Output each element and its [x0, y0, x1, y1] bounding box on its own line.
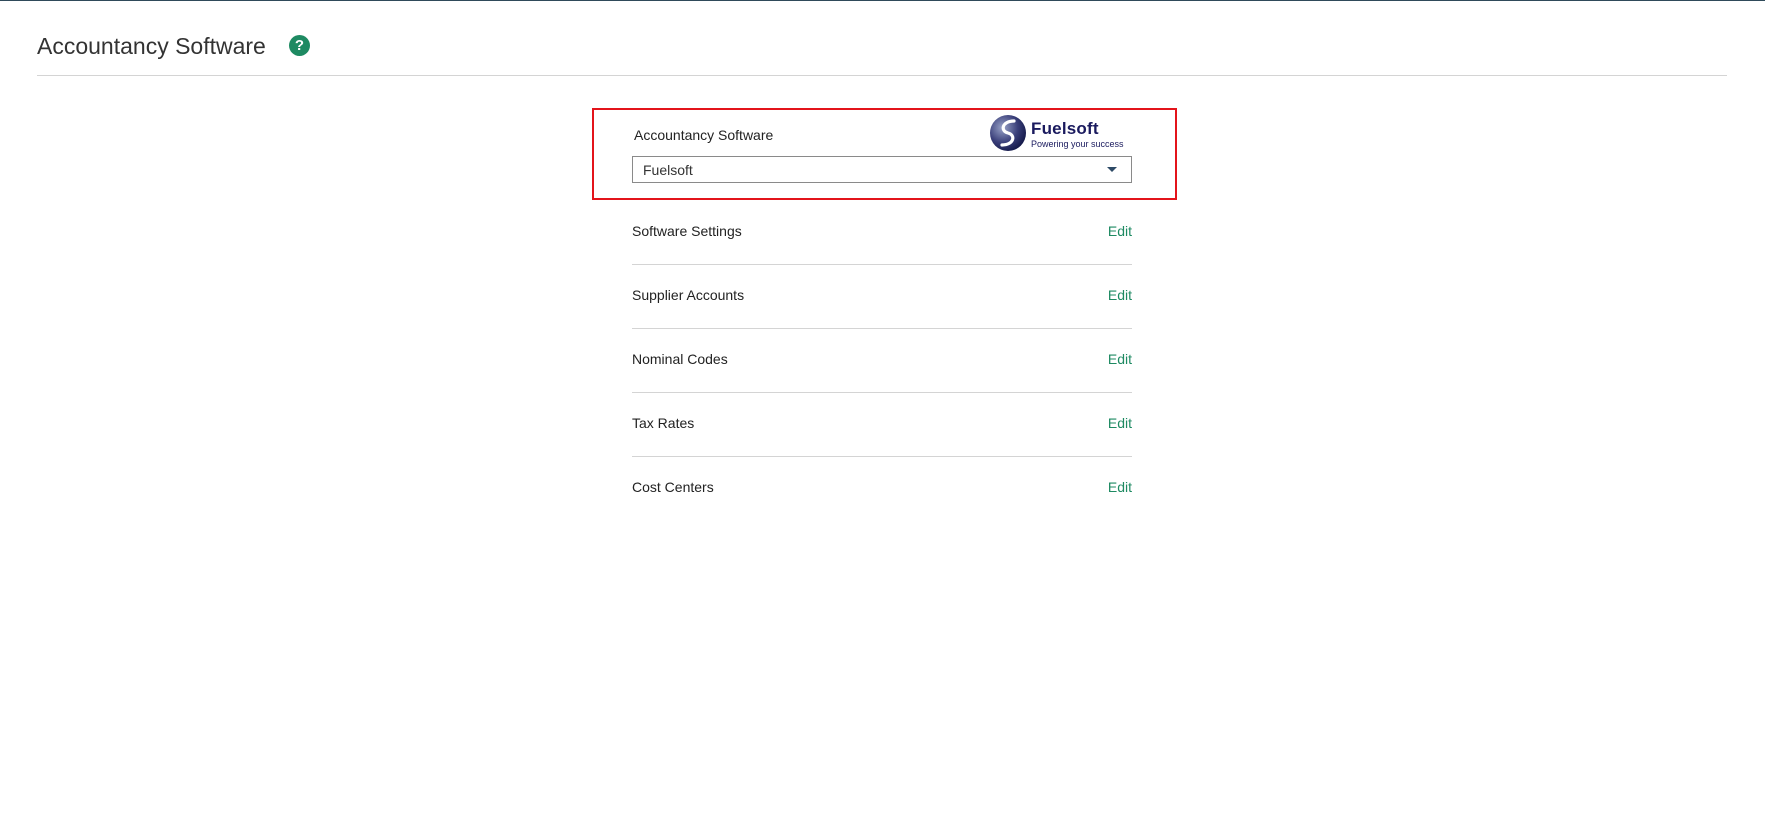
setting-row-cost-centers: Cost Centers Edit — [632, 457, 1132, 520]
help-icon[interactable]: ? — [289, 35, 310, 56]
fuelsoft-globe-icon — [990, 115, 1026, 151]
setting-row-supplier-accounts: Supplier Accounts Edit — [632, 265, 1132, 329]
setting-row-nominal-codes: Nominal Codes Edit — [632, 329, 1132, 393]
accountancy-software-label: Accountancy Software — [634, 127, 774, 143]
setting-label: Software Settings — [632, 223, 742, 239]
setting-row-tax-rates: Tax Rates Edit — [632, 393, 1132, 457]
top-border — [0, 0, 1765, 1]
logo-tagline: Powering your success — [1031, 139, 1124, 149]
setting-label: Nominal Codes — [632, 351, 728, 367]
setting-label: Supplier Accounts — [632, 287, 745, 303]
fuelsoft-logo: Fuelsoft Powering your success — [988, 113, 1128, 153]
accountancy-software-select[interactable]: Fuelsoft — [632, 156, 1132, 183]
settings-list: Software Settings Edit Supplier Accounts… — [632, 201, 1132, 520]
edit-cost-centers-link[interactable]: Edit — [1108, 479, 1132, 495]
select-value: Fuelsoft — [643, 162, 693, 178]
setting-label: Tax Rates — [632, 415, 695, 431]
edit-tax-rates-link[interactable]: Edit — [1108, 415, 1132, 431]
setting-label: Cost Centers — [632, 479, 714, 495]
setting-row-software-settings: Software Settings Edit — [632, 201, 1132, 265]
chevron-down-icon — [1107, 167, 1117, 172]
page-title: Accountancy Software — [37, 33, 266, 59]
edit-nominal-codes-link[interactable]: Edit — [1108, 351, 1132, 367]
accountancy-software-panel: Accountancy Software Fuelsoft Powering y… — [592, 108, 1177, 200]
logo-wordmark: Fuelsoft — [1031, 119, 1099, 138]
page-header: Accountancy Software ? — [37, 30, 1727, 76]
edit-software-settings-link[interactable]: Edit — [1108, 223, 1132, 239]
edit-supplier-accounts-link[interactable]: Edit — [1108, 287, 1132, 303]
